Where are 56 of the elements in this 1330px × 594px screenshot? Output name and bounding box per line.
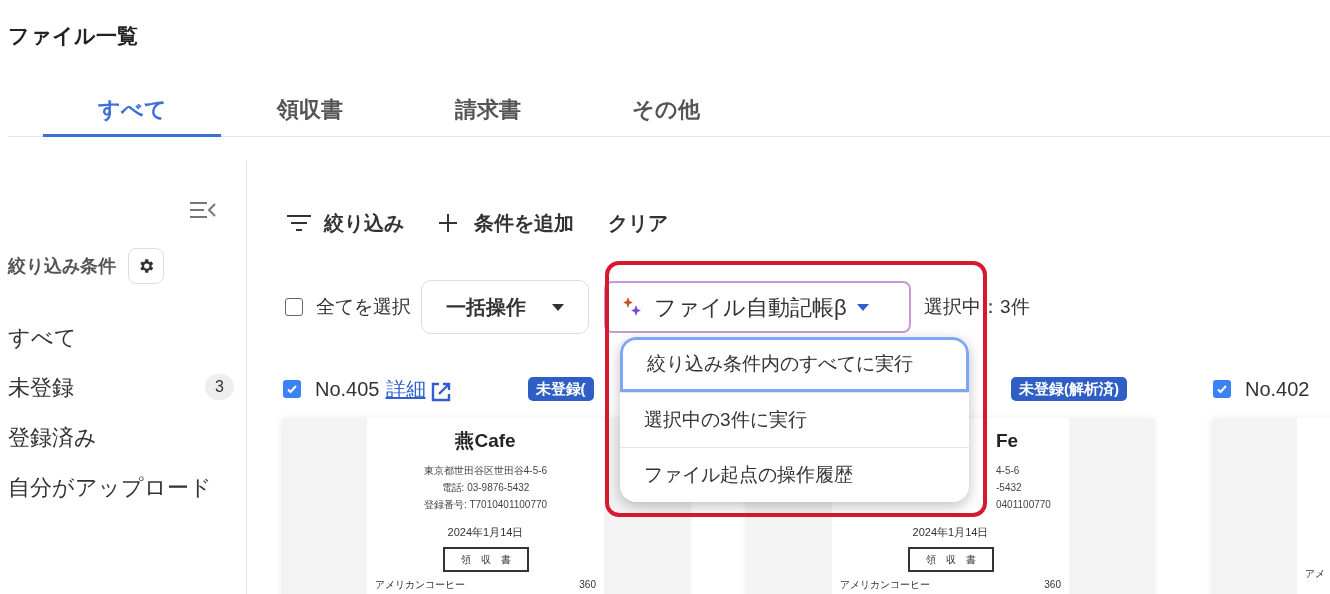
sparkle-icon <box>622 296 644 318</box>
filter-icon <box>286 213 312 233</box>
collapse-sidebar-icon[interactable] <box>189 200 217 220</box>
filter-conditions-heading: 絞り込み条件 <box>8 254 116 278</box>
selection-count: 選択中：3件 <box>924 294 1030 319</box>
details-link[interactable]: 詳細 <box>385 374 426 404</box>
checkbox[interactable] <box>1213 380 1231 398</box>
checkbox[interactable] <box>283 380 301 398</box>
caret-icon <box>552 303 564 311</box>
sidebar-item[interactable]: 自分がアップロード <box>8 462 234 512</box>
item-name: アメ <box>1305 567 1325 580</box>
receipt-line: 0401100770 <box>996 499 1051 510</box>
item-price: 360 <box>579 578 596 591</box>
file-number: No.405 <box>315 377 380 402</box>
item-name: アメリカンコーヒー <box>840 578 930 591</box>
sidebar-item[interactable]: 未登録 3 <box>8 362 234 412</box>
receipt-title: 領 収 書 <box>907 547 994 572</box>
caret-icon <box>856 303 869 311</box>
receipt-line: 電話: 03-9876-5432 <box>441 482 530 493</box>
select-all-label[interactable]: 全てを選択 <box>316 292 411 322</box>
bulk-action-dropdown[interactable]: 一括操作 <box>421 280 589 334</box>
auto-bookkeeping-dropdown[interactable]: ファイル自動記帳β <box>604 281 911 333</box>
tab[interactable]: 請求書 <box>399 84 577 137</box>
menu-item[interactable]: ファイル起点の操作履歴 <box>620 447 969 502</box>
receipt-line: 東京都世田谷区世田谷4-5-6 <box>423 465 548 476</box>
shop-name: Fe <box>996 430 1019 451</box>
file-number: No.402 <box>1245 377 1310 402</box>
receipt-line: 登録番号: T7010401100770 <box>423 499 548 510</box>
sidebar-item[interactable]: 登録済み <box>8 412 234 462</box>
external-link-icon[interactable] <box>429 381 452 403</box>
status-badge: 未登録( <box>527 377 594 401</box>
receipt-date: 2024年1月14日 <box>447 526 524 538</box>
receipt-line: 4-5-6 <box>996 465 1020 476</box>
shop-name: 燕Cafe <box>455 430 516 451</box>
sidebar-item[interactable]: すべて <box>8 312 234 362</box>
item-price: 360 <box>1044 578 1061 591</box>
tab[interactable]: 領収書 <box>221 84 399 137</box>
receipt-line: -5432 <box>996 482 1022 493</box>
tab[interactable]: その他 <box>577 84 755 137</box>
status-badge: 未登録(解析済) <box>1011 377 1127 401</box>
plus-icon <box>438 213 458 233</box>
page-title: ファイル一覧 <box>8 23 138 49</box>
check-icon <box>1216 383 1228 395</box>
count-badge: 3 <box>205 374 234 400</box>
settings-button[interactable] <box>128 248 164 284</box>
add-condition-button[interactable]: 条件を追加 <box>438 208 574 238</box>
receipt-date: 2024年1月14日 <box>912 526 989 538</box>
menu-item[interactable]: 選択中の3件に実行 <box>620 392 969 447</box>
checkbox[interactable] <box>285 298 303 316</box>
menu-item[interactable]: 絞り込み条件内のすべてに実行 <box>620 337 969 392</box>
item-name: アメリカンコーヒー <box>375 578 465 591</box>
check-icon <box>286 383 298 395</box>
filter-button[interactable]: 絞り込み <box>286 208 404 238</box>
receipt-title: 領 収 書 <box>442 547 529 572</box>
tab[interactable]: すべて <box>43 84 221 137</box>
clear-button[interactable]: クリア <box>608 208 668 238</box>
